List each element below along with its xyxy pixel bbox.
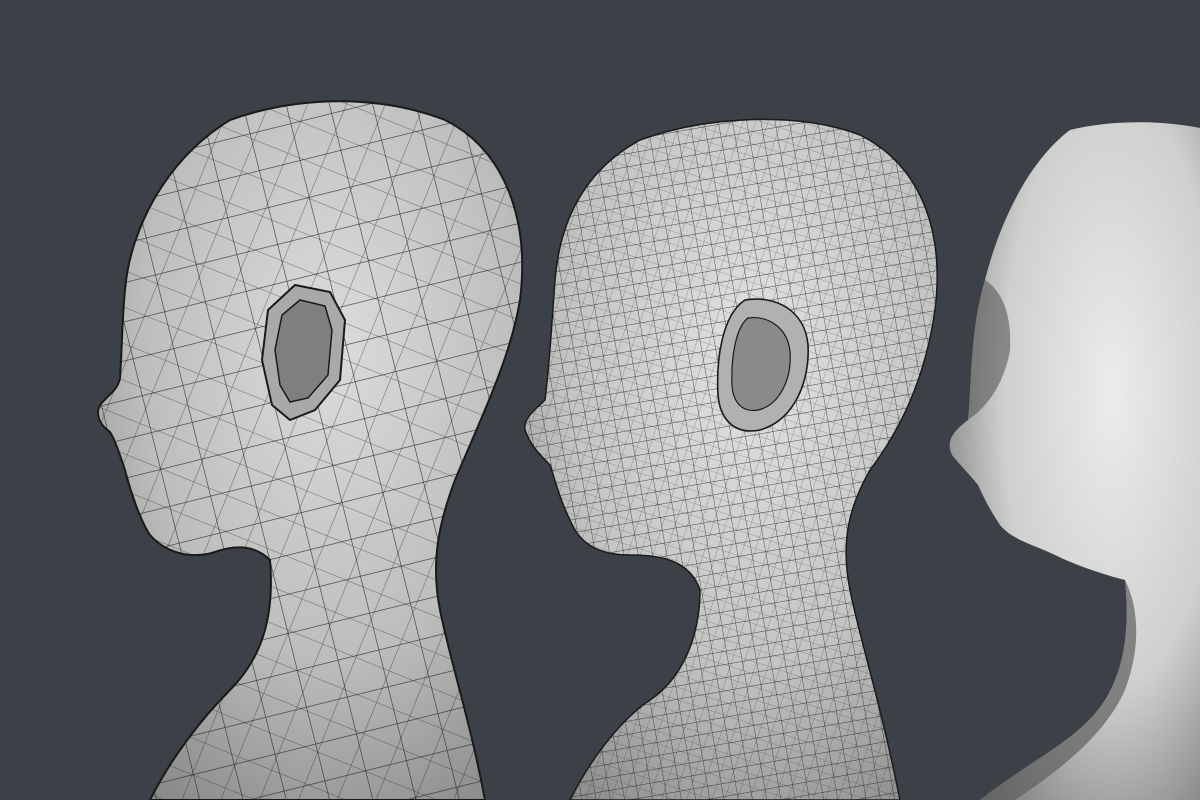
smooth-shaded-head: [949, 122, 1200, 800]
high-poly-head: [524, 118, 938, 800]
low-poly-head: [97, 100, 524, 800]
render-viewport: [97, 100, 1200, 800]
low-poly-wireframe: [98, 101, 523, 800]
smooth-shaded-head-silhouette: [949, 122, 1200, 800]
high-poly-wireframe: [524, 119, 938, 800]
